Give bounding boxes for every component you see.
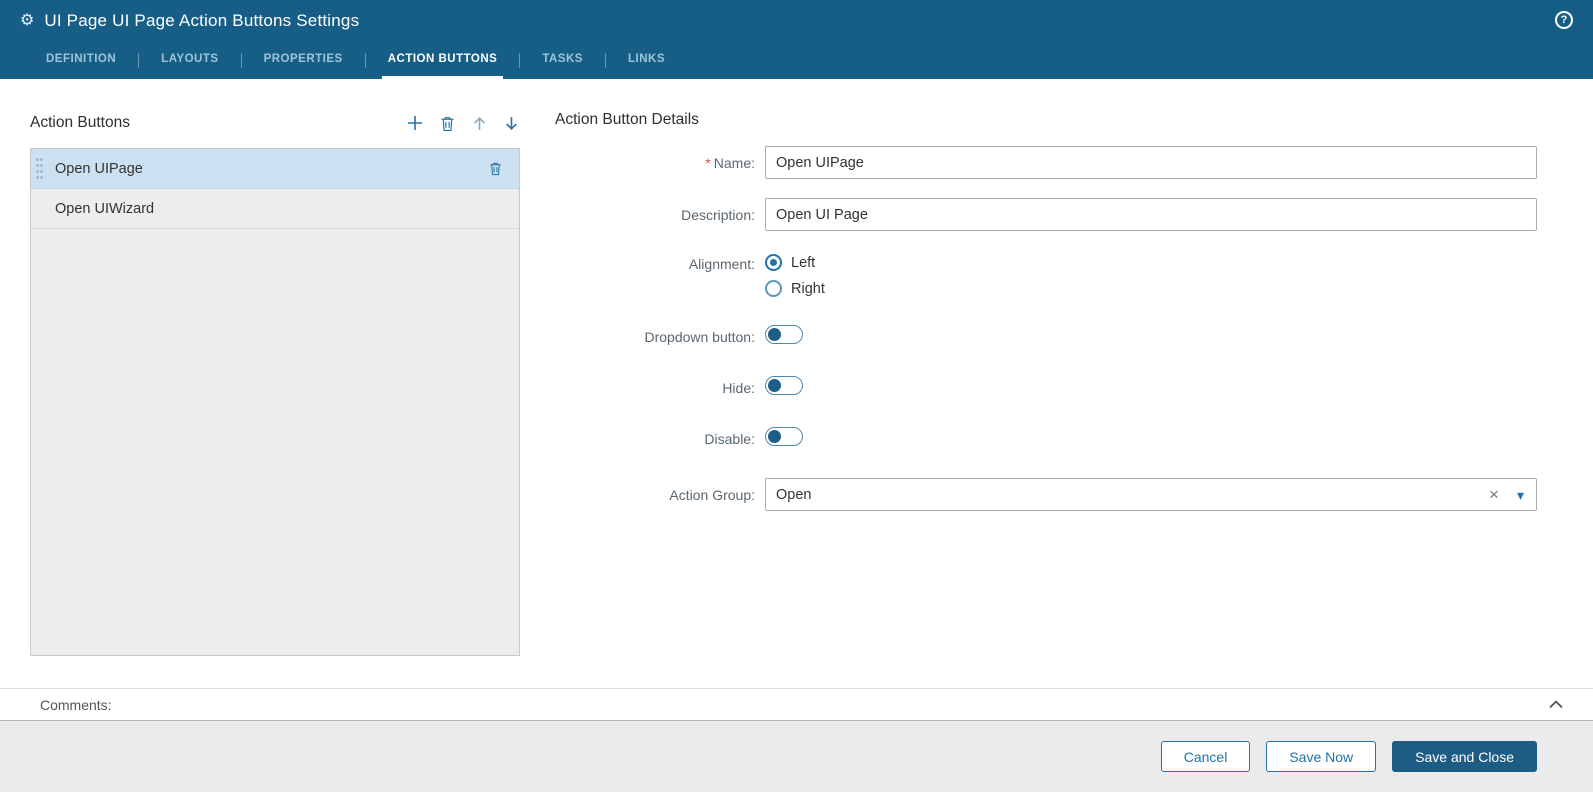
action-button-details-panel: Action Button Details *Name: Description…	[555, 111, 1537, 688]
action-group-label: Action Group:	[669, 486, 755, 503]
clear-icon[interactable]: ×	[1489, 486, 1499, 503]
tab-separator	[138, 53, 140, 68]
chevron-up-icon[interactable]	[1549, 700, 1563, 709]
disable-row: Disable:	[555, 427, 1537, 451]
tab-separator	[604, 53, 606, 68]
main-content: Action Buttons Open UIPage Open UIWizard…	[0, 79, 1593, 688]
description-control	[765, 198, 1537, 231]
hide-label: Hide:	[722, 380, 755, 396]
tab-separator	[240, 53, 242, 68]
details-title: Action Button Details	[555, 111, 699, 128]
dropdown-button-label: Dropdown button:	[644, 329, 755, 345]
list-item-open-uipage[interactable]: Open UIPage	[31, 149, 519, 189]
titlebar: ⚙ UI Page UI Page Action Buttons Setting…	[0, 0, 1593, 42]
hide-row: Hide:	[555, 376, 1537, 400]
alignment-right-label: Right	[791, 280, 825, 297]
list-item-open-uiwizard[interactable]: Open UIWizard	[31, 189, 519, 229]
help-icon[interactable]: ?	[1555, 11, 1573, 29]
settings-window: ⚙ UI Page UI Page Action Buttons Setting…	[0, 0, 1593, 792]
tab-tasks[interactable]: TASKS	[536, 42, 589, 79]
comments-bar: Comments:	[0, 688, 1593, 721]
name-row: * Name:	[555, 146, 1537, 179]
tab-properties[interactable]: PROPERTIES	[258, 42, 349, 79]
save-now-button[interactable]: Save Now	[1266, 741, 1377, 772]
move-up-button[interactable]	[471, 115, 488, 132]
delete-button[interactable]	[439, 115, 456, 132]
footer: Cancel Save Now Save and Close	[0, 721, 1593, 792]
description-row: Description:	[555, 198, 1537, 231]
drag-handle-icon[interactable]	[35, 156, 45, 182]
tab-separator	[519, 53, 521, 68]
disable-label: Disable:	[704, 431, 755, 447]
required-indicator: *	[705, 154, 711, 171]
alignment-label: Alignment:	[688, 256, 755, 272]
list-item-label: Open UIWizard	[55, 200, 155, 217]
tab-separator	[364, 53, 366, 68]
action-buttons-title: Action Buttons	[30, 114, 130, 131]
page-title: UI Page UI Page Action Buttons Settings	[44, 11, 360, 30]
name-input[interactable]	[765, 146, 1537, 179]
add-button[interactable]	[406, 114, 424, 132]
alignment-row: Alignment: Left Right	[555, 254, 1537, 297]
comments-label: Comments:	[40, 696, 112, 713]
tab-layouts[interactable]: LAYOUTS	[155, 42, 224, 79]
chevron-down-icon[interactable]: ▾	[1517, 488, 1524, 502]
toggle-knob	[768, 430, 781, 443]
radio-unselected-icon	[765, 280, 782, 297]
description-input[interactable]	[765, 198, 1537, 231]
disable-control	[765, 427, 1537, 451]
dropdown-button-toggle[interactable]	[765, 325, 803, 344]
save-and-close-button[interactable]: Save and Close	[1392, 741, 1537, 772]
dropdown-button-control	[765, 325, 1537, 349]
name-control	[765, 146, 1537, 179]
action-buttons-panel: Action Buttons Open UIPage Open UIWizard	[30, 111, 520, 688]
action-group-control: Open × ▾	[765, 478, 1537, 511]
list-toolbar	[406, 114, 520, 132]
toggle-knob	[768, 328, 781, 341]
action-group-select[interactable]: Open × ▾	[765, 478, 1537, 511]
action-buttons-panel-header: Action Buttons	[30, 111, 520, 135]
action-buttons-list: Open UIPage Open UIWizard	[30, 148, 520, 656]
tab-action-buttons[interactable]: ACTION BUTTONS	[381, 42, 504, 79]
description-label: Description:	[681, 206, 755, 223]
move-down-button[interactable]	[503, 115, 520, 132]
hide-control	[765, 376, 1537, 400]
tab-definition[interactable]: DEFINITION	[40, 42, 122, 79]
alignment-control: Left Right	[765, 254, 1537, 297]
alignment-right-radio[interactable]: Right	[765, 280, 1537, 297]
cancel-button[interactable]: Cancel	[1160, 741, 1251, 772]
hide-toggle[interactable]	[765, 376, 803, 395]
name-label: * Name:	[555, 153, 755, 173]
toggle-knob	[768, 379, 781, 392]
name-label-text: Name:	[713, 154, 755, 171]
tab-links[interactable]: LINKS	[622, 42, 671, 79]
list-item-label: Open UIPage	[55, 160, 143, 177]
disable-toggle[interactable]	[765, 427, 803, 446]
alignment-left-label: Left	[791, 254, 816, 271]
alignment-left-radio[interactable]: Left	[765, 254, 1537, 271]
tab-bar: DEFINITION LAYOUTS PROPERTIES ACTION BUT…	[0, 42, 1593, 79]
gear-icon: ⚙	[20, 12, 35, 29]
radio-selected-icon	[765, 254, 782, 271]
trash-icon[interactable]	[488, 161, 503, 176]
dropdown-button-row: Dropdown button:	[555, 325, 1537, 349]
action-group-row: Action Group: Open × ▾	[555, 478, 1537, 511]
action-group-value: Open	[776, 486, 812, 503]
